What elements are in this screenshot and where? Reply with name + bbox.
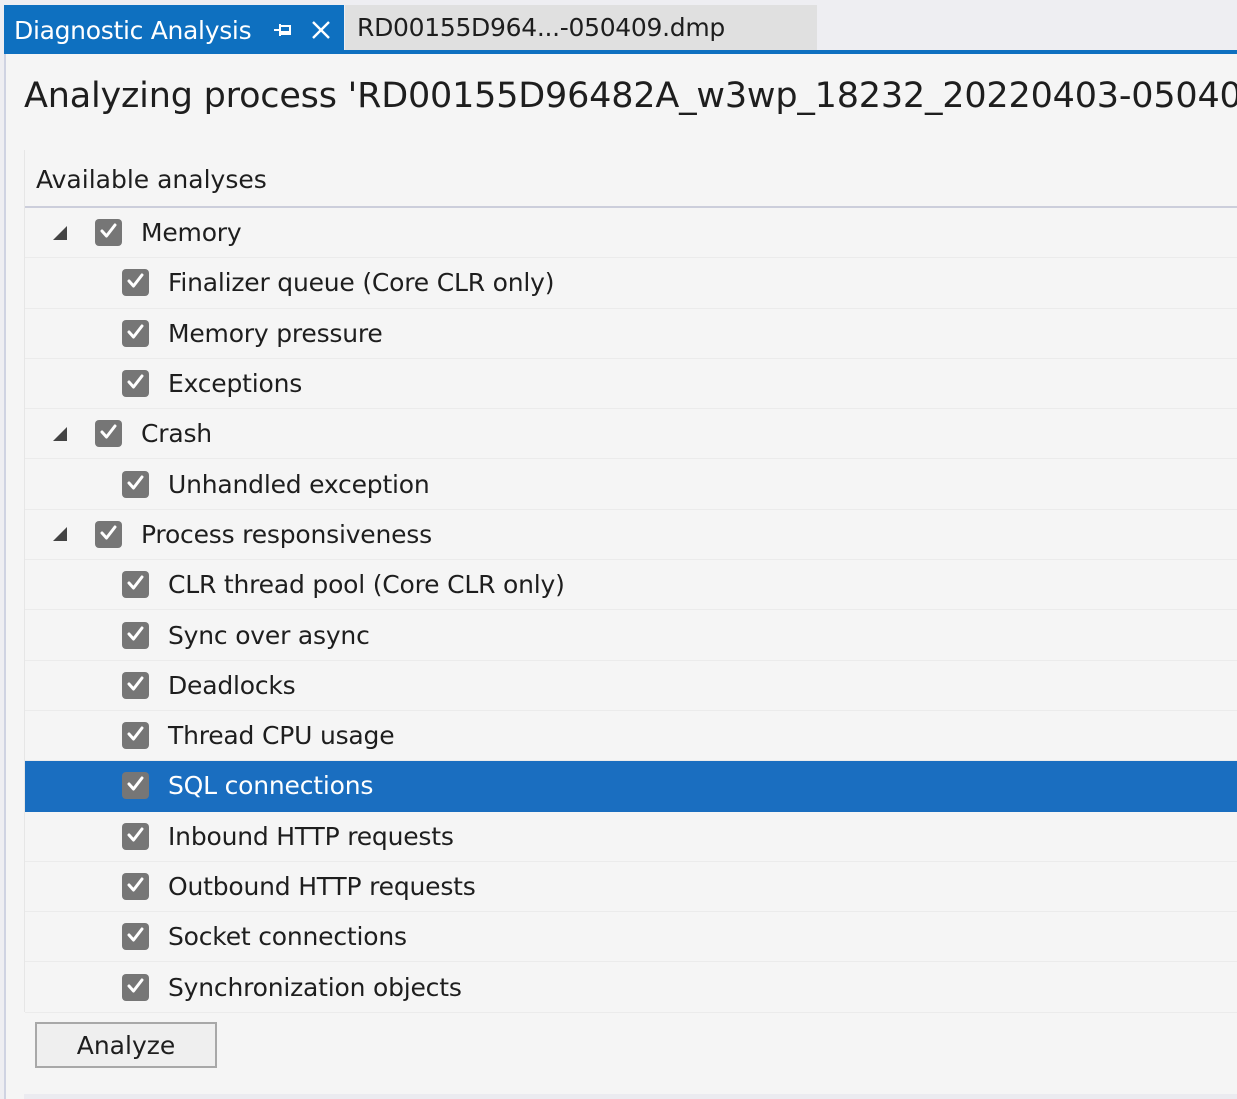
expanded-triangle-icon[interactable]: [51, 224, 69, 242]
checkmark-icon: [99, 221, 118, 244]
tree-item-row[interactable]: Finalizer queue (Core CLR only): [25, 258, 1237, 309]
tree-item-label: CLR thread pool (Core CLR only): [168, 570, 565, 600]
analyze-button[interactable]: Analyze: [35, 1022, 217, 1068]
pin-icon[interactable]: [273, 20, 293, 40]
tree-item-row[interactable]: Outbound HTTP requests: [25, 862, 1237, 913]
checkmark-icon: [126, 473, 145, 496]
checkmark-icon: [126, 724, 145, 747]
checkbox[interactable]: [122, 269, 149, 297]
checkmark-icon: [126, 976, 145, 999]
tab-title: Diagnostic Analysis: [14, 15, 252, 45]
tree-group-row[interactable]: Process responsiveness: [25, 510, 1237, 561]
document-tab-strip: Diagnostic Analysis RD00155D964...-05040…: [0, 0, 1237, 55]
tree-item-label: SQL connections: [168, 771, 374, 801]
tree-item-row[interactable]: Inbound HTTP requests: [25, 812, 1237, 862]
checkbox[interactable]: [122, 621, 149, 649]
checkbox[interactable]: [122, 772, 149, 800]
tree-item-label: Deadlocks: [168, 670, 296, 700]
bottom-divider: [24, 1094, 1237, 1099]
expanded-triangle-icon[interactable]: [51, 525, 69, 543]
checkbox[interactable]: [122, 973, 149, 1001]
tree-item-row[interactable]: CLR thread pool (Core CLR only): [25, 560, 1237, 611]
checkbox[interactable]: [95, 219, 122, 247]
tree-item-row[interactable]: Sync over async: [25, 610, 1237, 661]
tree-item-row[interactable]: Deadlocks: [25, 661, 1237, 711]
tab-dump-file[interactable]: RD00155D964...-050409.dmp: [345, 5, 817, 50]
checkmark-icon: [126, 372, 145, 395]
panel-header: Available analyses: [25, 150, 1237, 208]
tree-item-row[interactable]: Unhandled exception: [25, 459, 1237, 510]
tree-item-row[interactable]: Socket connections: [25, 912, 1237, 963]
checkbox[interactable]: [122, 873, 149, 900]
tree-item-row[interactable]: Memory pressure: [25, 309, 1237, 359]
checkmark-icon: [126, 674, 145, 697]
panel-header-label: Available analyses: [36, 165, 267, 194]
checkbox[interactable]: [122, 370, 149, 398]
tree-item-label: Unhandled exception: [168, 469, 430, 499]
expanded-triangle-icon[interactable]: [51, 425, 69, 443]
checkmark-icon: [126, 573, 145, 596]
analyses-tree: Memory Finalizer queue (Core CLR only) Mem…: [25, 208, 1237, 1013]
tree-item-label: Outbound HTTP requests: [168, 872, 476, 901]
page-title: Analyzing process 'RD00155D96482A_w3wp_1…: [24, 76, 1237, 116]
checkbox[interactable]: [122, 319, 149, 347]
tree-item-label: Exceptions: [168, 369, 303, 399]
checkmark-icon: [126, 875, 145, 898]
diagnostic-analysis-pane: Analyzing process 'RD00155D96482A_w3wp_1…: [4, 54, 1237, 1099]
tree-item-label: Memory pressure: [168, 318, 383, 348]
tree-item-label: Sync over async: [168, 620, 370, 650]
tree-item-label: Inbound HTTP requests: [168, 821, 454, 851]
tree-item-label: Socket connections: [168, 922, 407, 952]
tree-item-row[interactable]: Thread CPU usage: [25, 711, 1237, 762]
close-icon[interactable]: [309, 18, 333, 42]
checkmark-icon: [126, 271, 145, 294]
tree-item-label: Thread CPU usage: [168, 721, 395, 751]
checkmark-icon: [126, 825, 145, 848]
tab-title: RD00155D964...-050409.dmp: [357, 13, 725, 42]
tab-diagnostic-analysis[interactable]: Diagnostic Analysis: [4, 5, 344, 55]
checkbox[interactable]: [122, 571, 149, 599]
tree-item-label: Crash: [141, 419, 212, 449]
tree-item-row[interactable]: SQL connections: [25, 761, 1237, 812]
checkmark-icon: [126, 322, 145, 345]
checkmark-icon: [126, 624, 145, 647]
checkmark-icon: [126, 925, 145, 948]
checkbox[interactable]: [122, 470, 149, 498]
tree-item-label: Synchronization objects: [168, 972, 462, 1002]
checkbox[interactable]: [95, 520, 122, 548]
available-analyses-panel: Available analyses Memory Finalizer queue…: [24, 150, 1237, 1013]
tree-item-row[interactable]: Synchronization objects: [25, 962, 1237, 1013]
checkmark-icon: [126, 774, 145, 797]
tree-item-label: Memory: [141, 218, 242, 248]
tree-item-label: Finalizer queue (Core CLR only): [168, 268, 555, 298]
tree-item-row[interactable]: Exceptions: [25, 359, 1237, 410]
checkmark-icon: [99, 523, 118, 546]
checkbox[interactable]: [95, 420, 122, 448]
checkmark-icon: [99, 422, 118, 445]
tree-item-label: Process responsiveness: [141, 519, 432, 549]
checkbox[interactable]: [122, 923, 149, 951]
tree-group-row[interactable]: Crash: [25, 409, 1237, 460]
checkbox[interactable]: [122, 822, 149, 850]
checkbox[interactable]: [122, 671, 149, 699]
checkbox[interactable]: [122, 722, 149, 750]
tree-group-row[interactable]: Memory: [25, 208, 1237, 259]
